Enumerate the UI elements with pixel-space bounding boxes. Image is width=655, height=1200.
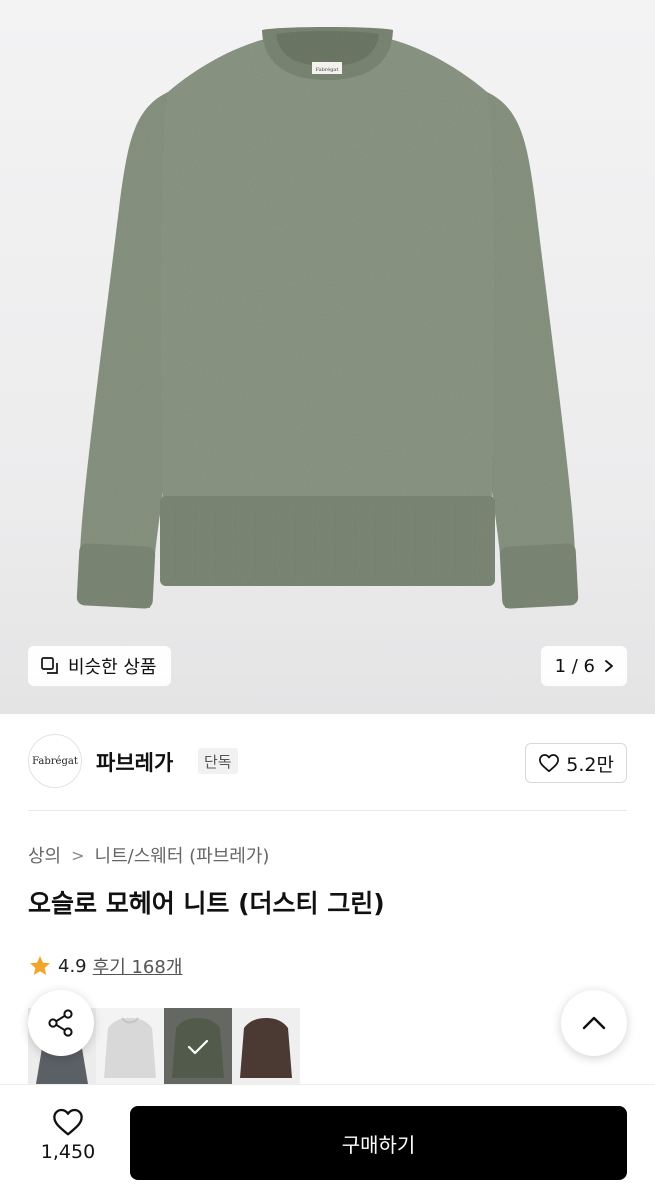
bottom-action-bar: 1,450 구매하기 [0,1084,655,1200]
chevron-right-icon [605,660,613,672]
brand-row: Fabrégat 파브레가 단독 5.2만 [0,714,655,810]
heart-outline-icon [539,754,560,773]
chevron-up-icon [582,1016,606,1030]
color-swatch-dusty-green[interactable] [164,1008,232,1084]
scroll-to-top-button[interactable] [561,990,627,1056]
brand-name[interactable]: 파브레가 [96,747,173,777]
share-icon [48,1009,73,1037]
brand-like-count: 5.2만 [566,753,614,776]
review-link[interactable]: 후기 168개 [93,953,183,979]
buy-button[interactable]: 구매하기 [130,1106,627,1180]
divider [28,810,627,811]
share-button[interactable] [28,990,94,1056]
star-icon [30,956,50,975]
image-pager-text: 1 / 6 [554,655,595,677]
breadcrumb-subcategory[interactable]: 니트/스웨터 (파브레가) [95,842,270,868]
similar-products-icon [41,657,58,674]
product-image: Fabrégat [76,27,579,609]
wishlist-count: 1,450 [40,1141,96,1163]
product-image-carousel[interactable]: Fabrégat 비슷한 상품 1 / 6 [0,0,655,714]
breadcrumb-category[interactable]: 상의 [28,842,61,868]
swatch-image [240,1018,292,1078]
exclusive-badge: 단독 [198,748,238,774]
heart-outline-icon [53,1108,83,1136]
similar-products-button[interactable]: 비슷한 상품 [28,646,171,686]
color-swatch-light-gray[interactable] [96,1008,164,1084]
buy-button-label: 구매하기 [341,1132,416,1157]
wishlist-button[interactable]: 1,450 [28,1107,108,1179]
brand-like-button[interactable]: 5.2만 [525,743,627,783]
rating-row: 4.9 후기 168개 [28,953,182,979]
brand-logo[interactable]: Fabrégat [28,734,82,788]
product-title: 오슬로 모헤어 니트 (더스티 그린) [28,889,385,918]
breadcrumb-separator: > [71,845,85,865]
garment-label-text: Fabrégat [316,66,339,73]
breadcrumb: 상의 > 니트/스웨터 (파브레가) [28,842,269,868]
brand-logo-text: Fabrégat [32,755,78,767]
similar-products-label: 비슷한 상품 [68,657,157,678]
check-icon [187,1039,209,1055]
rating-value: 4.9 [58,955,87,977]
swatch-image [104,1017,156,1078]
color-swatch-brown[interactable] [232,1008,300,1084]
image-pager[interactable]: 1 / 6 [540,646,627,686]
